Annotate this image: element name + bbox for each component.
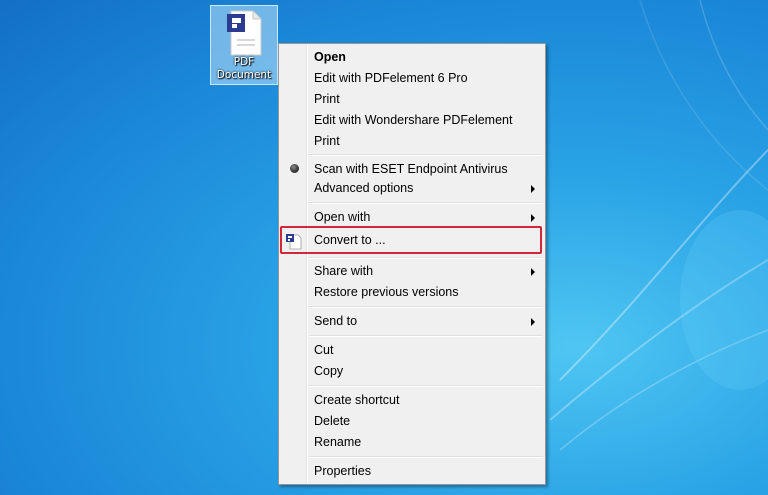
desktop-icon-pdf-document[interactable]: PDF Document — [210, 5, 278, 85]
menu-separator — [309, 257, 543, 259]
eset-radio-icon — [290, 164, 299, 173]
menu-item-label: Print — [314, 134, 340, 148]
context-menu: Open Edit with PDFelement 6 Pro Print Ed… — [278, 43, 546, 485]
menu-item-open-with[interactable]: Open with — [281, 207, 543, 228]
menu-item-print[interactable]: Print — [281, 89, 543, 110]
menu-separator — [309, 202, 543, 204]
menu-item-label: Delete — [314, 414, 351, 428]
menu-item-properties[interactable]: Properties — [281, 461, 543, 482]
menu-item-rename[interactable]: Rename — [281, 432, 543, 453]
pdf-document-icon — [227, 10, 262, 56]
menu-separator — [309, 306, 543, 308]
menu-item-label: Properties — [314, 464, 371, 478]
menu-item-label: Share with — [314, 264, 374, 278]
menu-item-label: Send to — [314, 314, 358, 328]
menu-item-label: Print — [314, 92, 340, 106]
menu-item-label: Scan with ESET Endpoint Antivirus — [314, 162, 508, 176]
menu-item-label: Advanced options — [314, 181, 414, 195]
menu-item-edit-wondershare-pdfelement[interactable]: Edit with Wondershare PDFelement — [281, 110, 543, 131]
convert-to-highlight-box — [280, 226, 542, 254]
desktop-icon-label: PDF Document — [216, 56, 272, 81]
menu-item-advanced-options[interactable]: Advanced options — [281, 178, 543, 199]
menu-item-label: Create shortcut — [314, 393, 400, 407]
submenu-arrow-icon — [531, 318, 535, 326]
submenu-arrow-icon — [531, 268, 535, 276]
menu-item-send-to[interactable]: Send to — [281, 311, 543, 332]
menu-item-label: Rename — [314, 435, 362, 449]
menu-item-label: Open — [314, 50, 346, 64]
submenu-arrow-icon — [531, 185, 535, 193]
menu-item-print-2[interactable]: Print — [281, 131, 543, 152]
submenu-arrow-icon — [531, 214, 535, 222]
menu-item-delete[interactable]: Delete — [281, 411, 543, 432]
menu-item-label: Restore previous versions — [314, 285, 459, 299]
menu-item-label: Cut — [314, 343, 334, 357]
menu-item-label: Edit with Wondershare PDFelement — [314, 113, 513, 127]
menu-item-restore-previous-versions[interactable]: Restore previous versions — [281, 282, 543, 303]
menu-item-label: Open with — [314, 210, 371, 224]
menu-item-label: Edit with PDFelement 6 Pro — [314, 71, 468, 85]
menu-item-open[interactable]: Open — [281, 47, 543, 68]
menu-item-create-shortcut[interactable]: Create shortcut — [281, 390, 543, 411]
menu-item-edit-pdfelement-6-pro[interactable]: Edit with PDFelement 6 Pro — [281, 68, 543, 89]
menu-separator — [309, 154, 543, 156]
menu-item-copy[interactable]: Copy — [281, 361, 543, 382]
menu-separator — [309, 456, 543, 458]
menu-item-share-with[interactable]: Share with — [281, 261, 543, 282]
menu-separator — [309, 385, 543, 387]
menu-item-label: Copy — [314, 364, 344, 378]
menu-item-scan-eset[interactable]: Scan with ESET Endpoint Antivirus — [281, 159, 543, 180]
menu-separator — [309, 335, 543, 337]
menu-item-cut[interactable]: Cut — [281, 340, 543, 361]
